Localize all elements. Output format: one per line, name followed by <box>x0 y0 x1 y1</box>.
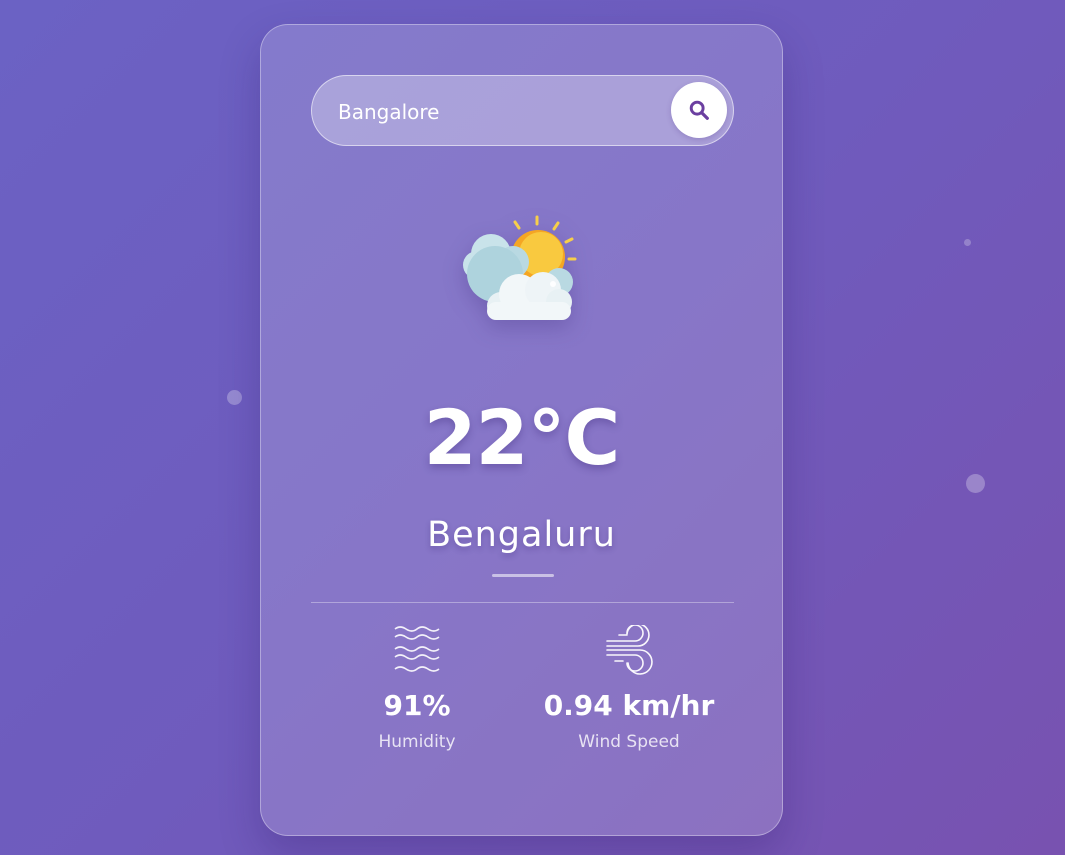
city-underline <box>492 574 554 577</box>
temperature: 22°C <box>423 393 621 482</box>
humidity-label: Humidity <box>378 732 456 752</box>
background-bubble <box>966 474 985 493</box>
humidity-value: 91% <box>383 689 451 722</box>
wind-stat: 0.94 km/hr Wind Speed <box>529 625 729 752</box>
partly-cloudy-sun-icon <box>463 215 577 320</box>
search-icon <box>689 100 709 120</box>
section-divider <box>311 602 734 603</box>
search-button[interactable] <box>671 82 727 138</box>
weather-card: 22°C Bengaluru 91% Humidity <box>260 24 783 836</box>
search-input[interactable] <box>336 76 670 147</box>
search-bar <box>311 75 734 147</box>
background-bubble <box>227 390 242 405</box>
humidity-waves-icon <box>394 626 440 672</box>
city-name: Bengaluru <box>427 515 616 555</box>
humidity-stat: 91% Humidity <box>357 625 477 752</box>
wind-speed-label: Wind Speed <box>578 732 680 752</box>
wind-speed-value: 0.94 km/hr <box>543 689 715 722</box>
background-bubble <box>964 239 971 246</box>
wind-icon <box>606 625 653 675</box>
